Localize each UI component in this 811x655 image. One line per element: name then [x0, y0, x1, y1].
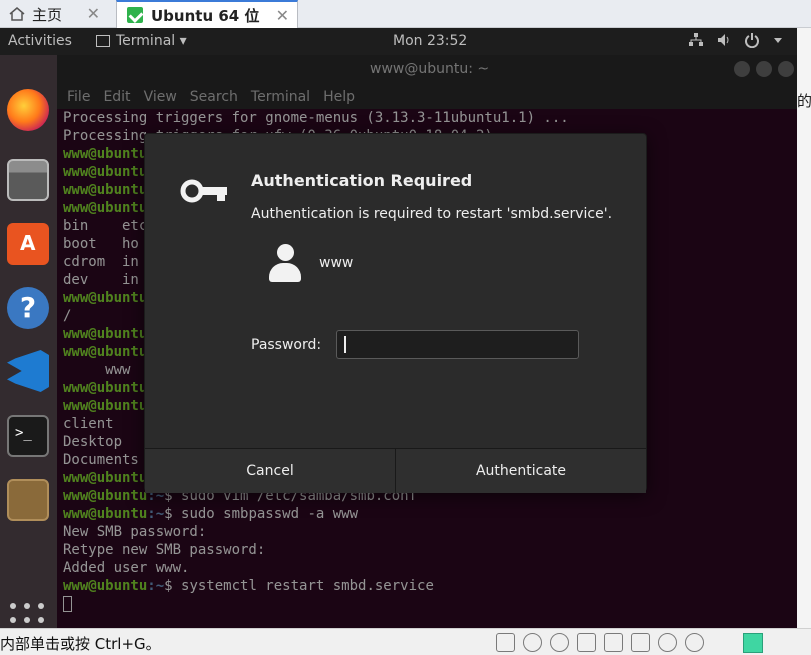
app-menu-label: Terminal ▾: [116, 33, 187, 49]
gnome-top-bar: Activities Terminal ▾ Mon 23:52: [0, 28, 797, 55]
dialog-title: Authentication Required: [251, 171, 473, 190]
home-icon: [9, 7, 25, 21]
help-icon[interactable]: ?: [7, 287, 49, 329]
firefox-icon[interactable]: [7, 89, 49, 131]
software-center-icon[interactable]: [7, 223, 49, 265]
hard-disk-icon[interactable]: [496, 633, 515, 652]
host-tab-bar: 主页 ✕ Ubuntu 64 位 ✕: [0, 0, 811, 28]
device-icons: [496, 633, 704, 652]
password-input[interactable]: [336, 330, 579, 359]
host-tab-home[interactable]: 主页 ✕: [0, 0, 108, 28]
activities-button[interactable]: Activities: [8, 33, 72, 49]
volume-icon: [718, 34, 729, 46]
key-icon: [180, 179, 227, 203]
wireless-icon[interactable]: [658, 633, 677, 652]
host-tab-ubuntu-label: Ubuntu 64 位: [151, 6, 260, 25]
host-tab-ubuntu[interactable]: Ubuntu 64 位 ✕: [116, 0, 298, 28]
usb-icon[interactable]: [631, 633, 650, 652]
files-icon[interactable]: [7, 159, 49, 201]
dropdown-icon: [774, 38, 782, 43]
host-side-panel: [797, 28, 811, 628]
archive-icon[interactable]: [7, 479, 49, 521]
dock: ?: [0, 55, 57, 628]
sound-card-icon[interactable]: [604, 633, 623, 652]
dialog-message: Authentication is required to restart 's…: [251, 206, 613, 222]
cd-drive-icon[interactable]: [523, 633, 542, 652]
system-tray[interactable]: [688, 32, 784, 48]
avatar: [269, 244, 301, 284]
status-hint: 内部单击或按 Ctrl+G。: [0, 635, 161, 653]
dialog-user-name: www: [319, 255, 354, 271]
terminal-icon: [96, 35, 110, 47]
clock[interactable]: Mon 23:52: [393, 33, 467, 49]
app-menu[interactable]: Terminal ▾: [96, 33, 187, 49]
dialog-buttons: Cancel Authenticate: [145, 448, 646, 493]
terminal-dock-icon[interactable]: [7, 415, 49, 457]
close-icon[interactable]: ✕: [276, 6, 289, 25]
cancel-button[interactable]: Cancel: [145, 449, 395, 493]
text-caret: [344, 336, 346, 353]
vm-running-icon: [127, 7, 143, 23]
display-icon[interactable]: [685, 633, 704, 652]
network-icon: [689, 33, 703, 46]
vscode-icon[interactable]: [7, 350, 49, 392]
message-log-icon[interactable]: [743, 633, 763, 653]
close-icon[interactable]: ✕: [87, 4, 100, 23]
network-adapter-icon[interactable]: [577, 633, 596, 652]
auth-dialog: Authentication Required Authentication i…: [144, 133, 647, 493]
authenticate-button[interactable]: Authenticate: [395, 449, 646, 493]
password-label: Password:: [251, 337, 322, 353]
host-status-bar: 内部单击或按 Ctrl+G。: [0, 628, 811, 655]
power-icon: [745, 33, 759, 48]
host-side-text: 的: [797, 92, 811, 110]
host-tab-home-label: 主页: [32, 5, 63, 24]
show-applications-icon[interactable]: [10, 603, 46, 628]
cd-drive-2-icon[interactable]: [550, 633, 569, 652]
